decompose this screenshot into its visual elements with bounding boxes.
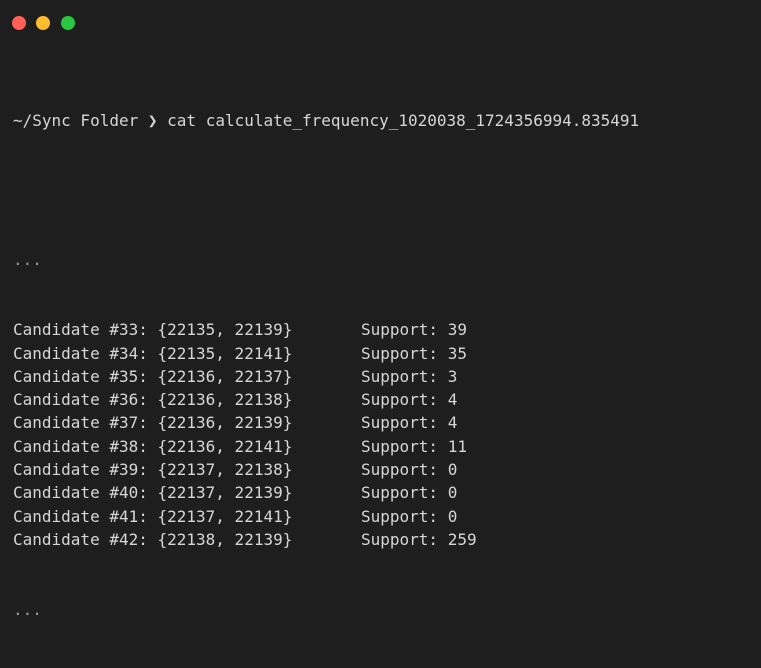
support-value: 4 bbox=[447, 390, 458, 410]
minimize-window-button[interactable] bbox=[36, 16, 50, 30]
window-titlebar bbox=[0, 0, 761, 46]
support-label: Support: bbox=[361, 390, 439, 410]
terminal-window: ~/Sync Folder ❯ cat calculate_frequency_… bbox=[0, 0, 761, 619]
candidate-text: Candidate #33: {22135, 22139} bbox=[13, 320, 293, 340]
prompt-path: ~/Sync Folder bbox=[13, 110, 139, 130]
candidate-text: Candidate #38: {22136, 22141} bbox=[13, 436, 293, 456]
zoom-window-button[interactable] bbox=[61, 16, 75, 30]
support-label: Support: bbox=[361, 320, 439, 340]
support-value: 11 bbox=[447, 436, 467, 456]
candidate-text: Candidate #39: {22137, 22138} bbox=[13, 460, 293, 480]
candidate-text: Candidate #40: {22137, 22139} bbox=[13, 483, 293, 503]
support-value: 3 bbox=[447, 366, 458, 386]
support-label: Support: bbox=[361, 366, 439, 386]
output-row: Candidate #40: {22137, 22139} Support: 0 bbox=[13, 481, 761, 504]
support-value: 35 bbox=[447, 343, 467, 363]
leading-ellipsis: ... bbox=[13, 250, 42, 270]
support-label: Support: bbox=[361, 436, 439, 456]
support-label: Support: bbox=[361, 529, 439, 549]
prompt-chevron-icon: ❯ bbox=[147, 110, 158, 130]
candidate-text: Candidate #35: {22136, 22137} bbox=[13, 366, 293, 386]
support-value: 0 bbox=[447, 483, 458, 503]
output-row: Candidate #34: {22135, 22141} Support: 35 bbox=[13, 342, 761, 365]
prompt-line: ~/Sync Folder ❯ cat calculate_frequency_… bbox=[13, 109, 761, 132]
output-row: Candidate #36: {22136, 22138} Support: 4 bbox=[13, 388, 761, 411]
candidate-text: Candidate #36: {22136, 22138} bbox=[13, 390, 293, 410]
prompt-command: cat calculate_frequency_1020038_17243569… bbox=[167, 110, 640, 130]
output-row: Candidate #35: {22136, 22137} Support: 3 bbox=[13, 365, 761, 388]
candidate-text: Candidate #34: {22135, 22141} bbox=[13, 343, 293, 363]
candidate-text: Candidate #42: {22138, 22139} bbox=[13, 529, 293, 549]
output-row: Candidate #42: {22138, 22139} Support: 25… bbox=[13, 528, 761, 551]
support-value: 4 bbox=[447, 413, 458, 433]
support-value: 0 bbox=[447, 506, 458, 526]
support-value: 39 bbox=[447, 320, 467, 340]
trailing-ellipsis: ... bbox=[13, 599, 42, 619]
support-label: Support: bbox=[361, 483, 439, 503]
support-label: Support: bbox=[361, 506, 439, 526]
output-row: Candidate #41: {22137, 22141} Support: 0 bbox=[13, 505, 761, 528]
candidate-text: Candidate #37: {22136, 22139} bbox=[13, 413, 293, 433]
terminal-content[interactable]: ~/Sync Folder ❯ cat calculate_frequency_… bbox=[13, 62, 761, 668]
candidate-text: Candidate #41: {22137, 22141} bbox=[13, 506, 293, 526]
support-value: 0 bbox=[447, 460, 458, 480]
close-window-button[interactable] bbox=[12, 16, 26, 30]
output-row: Candidate #38: {22136, 22141} Support: 11 bbox=[13, 435, 761, 458]
output-row: Candidate #39: {22137, 22138} Support: 0 bbox=[13, 458, 761, 481]
output-row: Candidate #37: {22136, 22139} Support: 4 bbox=[13, 411, 761, 434]
support-value: 259 bbox=[447, 529, 477, 549]
support-label: Support: bbox=[361, 460, 439, 480]
support-label: Support: bbox=[361, 343, 439, 363]
support-label: Support: bbox=[361, 413, 439, 433]
output-row: Candidate #33: {22135, 22139} Support: 39 bbox=[13, 318, 761, 341]
output-rows: Candidate #33: {22135, 22139} Support: 39… bbox=[13, 318, 761, 551]
